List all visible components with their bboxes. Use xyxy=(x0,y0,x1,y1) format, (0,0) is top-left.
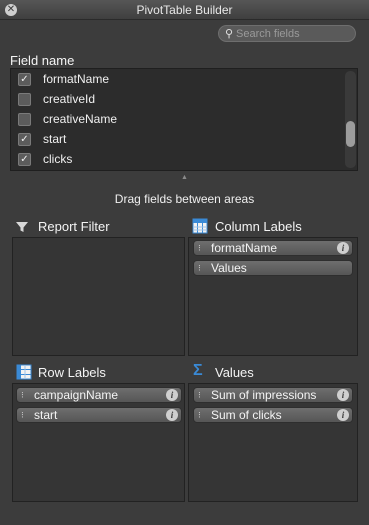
drag-grip-icon[interactable]: ⁝ xyxy=(198,241,201,255)
column-labels-title: Column Labels xyxy=(215,219,302,234)
search-input[interactable] xyxy=(236,27,351,40)
report-filter-drop-area[interactable] xyxy=(12,237,185,356)
row-labels-title: Row Labels xyxy=(38,365,106,380)
drag-grip-icon[interactable]: ⁝ xyxy=(21,388,24,402)
info-icon[interactable]: i xyxy=(166,389,178,401)
field-row-clicks[interactable]: ✓ clicks xyxy=(11,149,343,169)
field-list-scrollbar[interactable] xyxy=(345,71,356,168)
splitter-handle-icon[interactable]: ▲ xyxy=(181,174,188,181)
drag-grip-icon[interactable]: ⁝ xyxy=(198,388,201,402)
drag-grip-icon[interactable]: ⁝ xyxy=(21,408,24,422)
row-field-campaignname[interactable]: ⁝ campaignName i xyxy=(16,387,182,403)
info-icon[interactable]: i xyxy=(337,409,349,421)
pill-label: formatName xyxy=(211,241,278,255)
field-row-creativename[interactable]: creativeName xyxy=(11,109,343,129)
pill-label: Sum of clicks xyxy=(211,408,282,422)
title-bar: ✕ PivotTable Builder xyxy=(0,0,369,20)
field-label: creativeName xyxy=(43,112,118,126)
scrollbar-thumb[interactable] xyxy=(346,121,355,147)
field-row-formatname[interactable]: ✓ formatName xyxy=(11,69,343,89)
search-field[interactable]: ⚲ xyxy=(218,25,356,42)
field-checkbox[interactable]: ✓ xyxy=(18,153,31,166)
info-icon[interactable]: i xyxy=(337,242,349,254)
row-labels-drop-area[interactable]: ⁝ campaignName i ⁝ start i xyxy=(12,383,185,502)
pill-label: Values xyxy=(211,261,247,275)
value-field-sum-of-clicks[interactable]: ⁝ Sum of clicks i xyxy=(193,407,353,423)
field-label: formatName xyxy=(43,72,110,86)
field-label: clicks xyxy=(43,152,73,166)
row-field-start[interactable]: ⁝ start i xyxy=(16,407,182,423)
search-icon: ⚲ xyxy=(225,28,234,40)
window-title: PivotTable Builder xyxy=(136,3,233,17)
values-title: Values xyxy=(215,365,254,380)
value-field-sum-of-impressions[interactable]: ⁝ Sum of impressions i xyxy=(193,387,353,403)
field-row-creativeid[interactable]: creativeId xyxy=(11,89,343,109)
field-label: start xyxy=(43,132,67,146)
field-list: ✓ formatName creativeId creativeName ✓ s… xyxy=(10,68,358,171)
drag-grip-icon[interactable]: ⁝ xyxy=(198,408,201,422)
drag-grip-icon[interactable]: ⁝ xyxy=(198,261,201,275)
info-icon[interactable]: i xyxy=(337,389,349,401)
field-checkbox[interactable]: ✓ xyxy=(18,133,31,146)
field-label: creativeId xyxy=(43,92,96,106)
table-columns-icon xyxy=(192,218,208,234)
column-field-values[interactable]: ⁝ Values xyxy=(193,260,353,276)
field-row-start[interactable]: ✓ start xyxy=(11,129,343,149)
column-labels-drop-area[interactable]: ⁝ formatName i ⁝ Values xyxy=(188,237,358,356)
pill-label: campaignName xyxy=(34,388,119,402)
report-filter-title: Report Filter xyxy=(38,219,110,234)
field-checkbox[interactable]: ✓ xyxy=(18,73,31,86)
pill-label: Sum of impressions xyxy=(211,388,317,402)
field-list-header: Field name xyxy=(10,53,75,68)
pill-label: start xyxy=(34,408,58,422)
sigma-icon: Σ xyxy=(193,362,203,379)
info-icon[interactable]: i xyxy=(166,409,178,421)
field-checkbox[interactable] xyxy=(18,113,31,126)
table-rows-icon xyxy=(16,364,32,380)
funnel-icon xyxy=(16,222,28,232)
drag-hint: Drag fields between areas xyxy=(114,192,255,206)
column-field-formatname[interactable]: ⁝ formatName i xyxy=(193,240,353,256)
values-drop-area[interactable]: ⁝ Sum of impressions i ⁝ Sum of clicks i xyxy=(188,383,358,502)
field-checkbox[interactable] xyxy=(18,93,31,106)
